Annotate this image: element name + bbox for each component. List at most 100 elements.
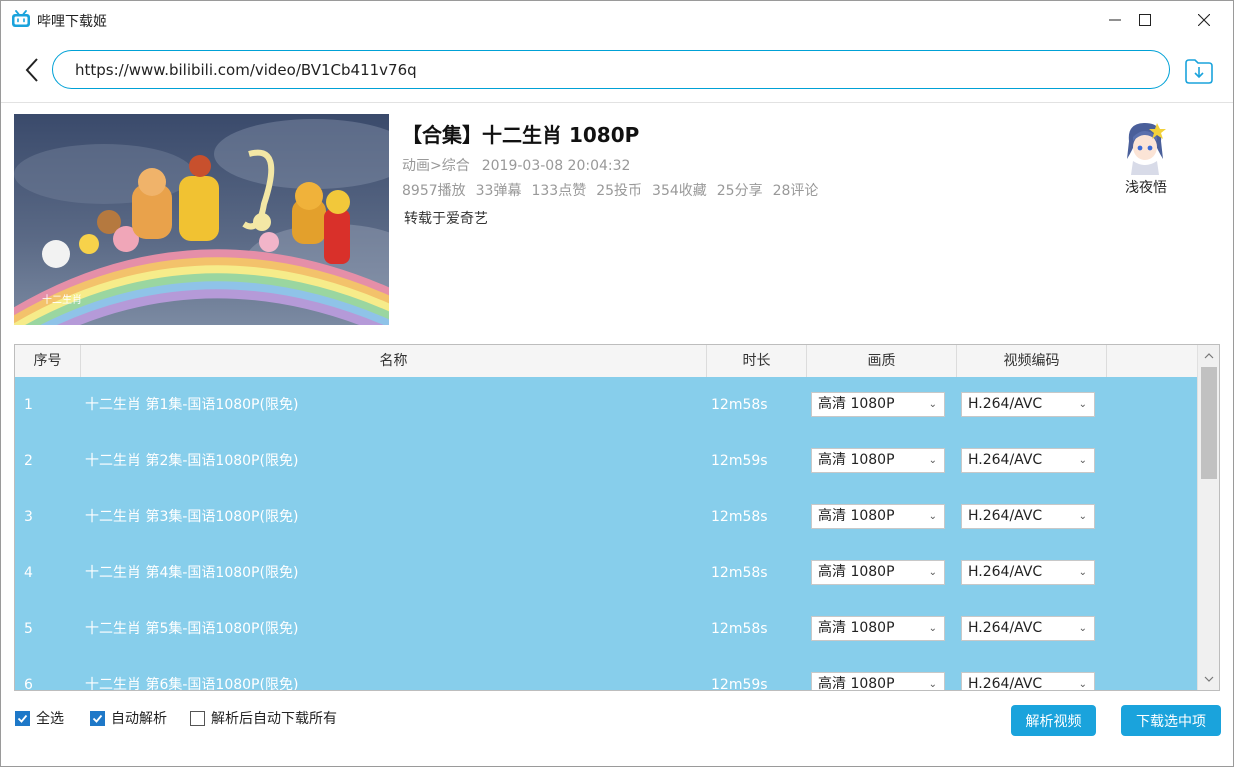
video-publish-time: 2019-03-08 20:04:32 [481, 158, 631, 174]
bilibili-tv-icon [12, 10, 30, 27]
row-duration: 12m59s [711, 677, 768, 691]
select-all-checkbox[interactable]: 全选 [15, 708, 64, 728]
table-body: 1 十二生肖 第1集-国语1080P(限免) 12m58s 高清 1080P ⌄ … [15, 377, 1197, 691]
download-selected-button[interactable]: 下载选中项 [1121, 705, 1221, 736]
codec-select[interactable]: H.264/AVC ⌄ [961, 560, 1095, 585]
uploader-name[interactable]: 浅夜悟 [1101, 177, 1191, 197]
window-title: 哔哩下载姬 [37, 14, 107, 30]
chevron-down-icon: ⌄ [1078, 679, 1087, 690]
quality-select[interactable]: 高清 1080P ⌄ [811, 616, 945, 641]
select-all-label: 全选 [36, 711, 64, 727]
stat-likes: 133点赞 [531, 183, 587, 199]
row-index: 4 [24, 565, 33, 581]
chevron-left-icon [25, 58, 38, 82]
row-name: 十二生肖 第6集-国语1080P(限免) [85, 677, 299, 691]
codec-select[interactable]: H.264/AVC ⌄ [961, 448, 1095, 473]
row-index: 5 [24, 621, 33, 637]
header-codec[interactable]: 视频编码 [957, 345, 1107, 377]
close-button[interactable] [1175, 1, 1233, 39]
chevron-down-icon: ⌄ [1078, 511, 1087, 522]
header-index[interactable]: 序号 [15, 345, 81, 377]
row-index: 2 [24, 453, 33, 469]
row-index: 3 [24, 509, 33, 525]
app-window: 哔哩下载姬 https://www.bilibili.com/video/BV1… [0, 0, 1234, 767]
row-name: 十二生肖 第5集-国语1080P(限免) [85, 621, 299, 637]
scrollbar-thumb[interactable] [1201, 367, 1217, 479]
chevron-up-icon [1204, 353, 1214, 359]
row-duration: 12m58s [711, 621, 768, 637]
checkbox-checked-icon [15, 710, 30, 726]
chevron-down-icon: ⌄ [1078, 399, 1087, 410]
checkbox-checked-icon [90, 710, 105, 726]
header-quality[interactable]: 画质 [807, 345, 957, 377]
close-icon [1198, 14, 1210, 26]
stat-danmaku: 33弹幕 [475, 183, 522, 199]
header-name[interactable]: 名称 [81, 345, 707, 377]
chevron-down-icon: ⌄ [928, 679, 937, 690]
table-row[interactable]: 3 十二生肖 第3集-国语1080P(限免) 12m58s 高清 1080P ⌄ … [15, 489, 1197, 545]
maximize-icon [1139, 14, 1151, 26]
row-name: 十二生肖 第3集-国语1080P(限免) [85, 509, 299, 525]
scroll-up-button[interactable] [1198, 345, 1219, 367]
quality-select[interactable]: 高清 1080P ⌄ [811, 448, 945, 473]
chevron-down-icon: ⌄ [928, 511, 937, 522]
codec-select[interactable]: H.264/AVC ⌄ [961, 504, 1095, 529]
checkbox-unchecked-icon [190, 710, 205, 726]
row-index: 1 [24, 397, 33, 413]
table-row[interactable]: 4 十二生肖 第4集-国语1080P(限免) 12m58s 高清 1080P ⌄ … [15, 545, 1197, 601]
stat-shares: 25分享 [716, 183, 763, 199]
auto-download-label: 解析后自动下载所有 [211, 711, 337, 727]
row-duration: 12m58s [711, 565, 768, 581]
chevron-down-icon: ⌄ [928, 567, 937, 578]
codec-select[interactable]: H.264/AVC ⌄ [961, 392, 1095, 417]
auto-download-checkbox[interactable]: 解析后自动下载所有 [190, 708, 337, 728]
quality-select[interactable]: 高清 1080P ⌄ [811, 672, 945, 690]
chevron-down-icon: ⌄ [928, 455, 937, 466]
episode-table: 序号 名称 时长 画质 视频编码 1 十二生肖 第1集-国语1080P(限免) … [14, 344, 1220, 691]
table-header: 序号 名称 时长 画质 视频编码 [15, 345, 1197, 378]
codec-select[interactable]: H.264/AVC ⌄ [961, 616, 1095, 641]
quality-select[interactable]: 高清 1080P ⌄ [811, 504, 945, 529]
chevron-down-icon [1204, 676, 1214, 682]
video-cover[interactable]: 十二生肖 [14, 114, 389, 325]
folder-download-icon[interactable] [1184, 57, 1214, 85]
chevron-down-icon: ⌄ [928, 623, 937, 634]
scroll-down-button[interactable] [1198, 668, 1219, 690]
row-duration: 12m58s [711, 509, 768, 525]
row-name: 十二生肖 第2集-国语1080P(限免) [85, 453, 299, 469]
table-row[interactable]: 2 十二生肖 第2集-国语1080P(限免) 12m59s 高清 1080P ⌄ … [15, 433, 1197, 489]
auto-parse-checkbox[interactable]: 自动解析 [90, 708, 167, 728]
header-divider [1, 102, 1233, 103]
stat-views: 8957播放 [402, 183, 466, 199]
stat-favorites: 354收藏 [652, 183, 707, 199]
chevron-down-icon: ⌄ [1078, 623, 1087, 634]
video-title: 【合集】十二生肖 1080P [402, 123, 640, 147]
row-duration: 12m59s [711, 453, 768, 469]
video-category: 动画>综合 [402, 158, 470, 174]
video-description: 转载于爱奇艺 [404, 211, 488, 227]
parse-video-button[interactable]: 解析视频 [1011, 705, 1096, 736]
maximize-button[interactable] [1116, 1, 1174, 39]
video-stats: 8957播放 33弹幕 133点赞 25投币 354收藏 25分享 28评论 [402, 180, 828, 200]
auto-parse-label: 自动解析 [111, 711, 167, 727]
quality-select[interactable]: 高清 1080P ⌄ [811, 560, 945, 585]
table-row[interactable]: 5 十二生肖 第5集-国语1080P(限免) 12m58s 高清 1080P ⌄ … [15, 601, 1197, 657]
quality-select[interactable]: 高清 1080P ⌄ [811, 392, 945, 417]
uploader-avatar[interactable] [1119, 119, 1171, 175]
url-input[interactable] [52, 50, 1170, 89]
codec-select[interactable]: H.264/AVC ⌄ [961, 672, 1095, 690]
title-bar: 哔哩下载姬 [1, 1, 1233, 39]
header-duration[interactable]: 时长 [707, 345, 807, 377]
stat-comments: 28评论 [772, 183, 819, 199]
table-row[interactable]: 6 十二生肖 第6集-国语1080P(限免) 12m59s 高清 1080P ⌄ … [15, 657, 1197, 691]
cover-caption: 十二生肖 [42, 293, 82, 306]
back-button[interactable] [17, 53, 47, 87]
stat-coins: 25投币 [596, 183, 643, 199]
table-scrollbar[interactable] [1197, 345, 1219, 690]
row-name: 十二生肖 第4集-国语1080P(限免) [85, 565, 299, 581]
video-meta: 动画>综合 2019-03-08 20:04:32 [402, 155, 630, 175]
row-index: 6 [24, 677, 33, 691]
chevron-down-icon: ⌄ [1078, 567, 1087, 578]
chevron-down-icon: ⌄ [1078, 455, 1087, 466]
table-row[interactable]: 1 十二生肖 第1集-国语1080P(限免) 12m58s 高清 1080P ⌄ … [15, 377, 1197, 433]
